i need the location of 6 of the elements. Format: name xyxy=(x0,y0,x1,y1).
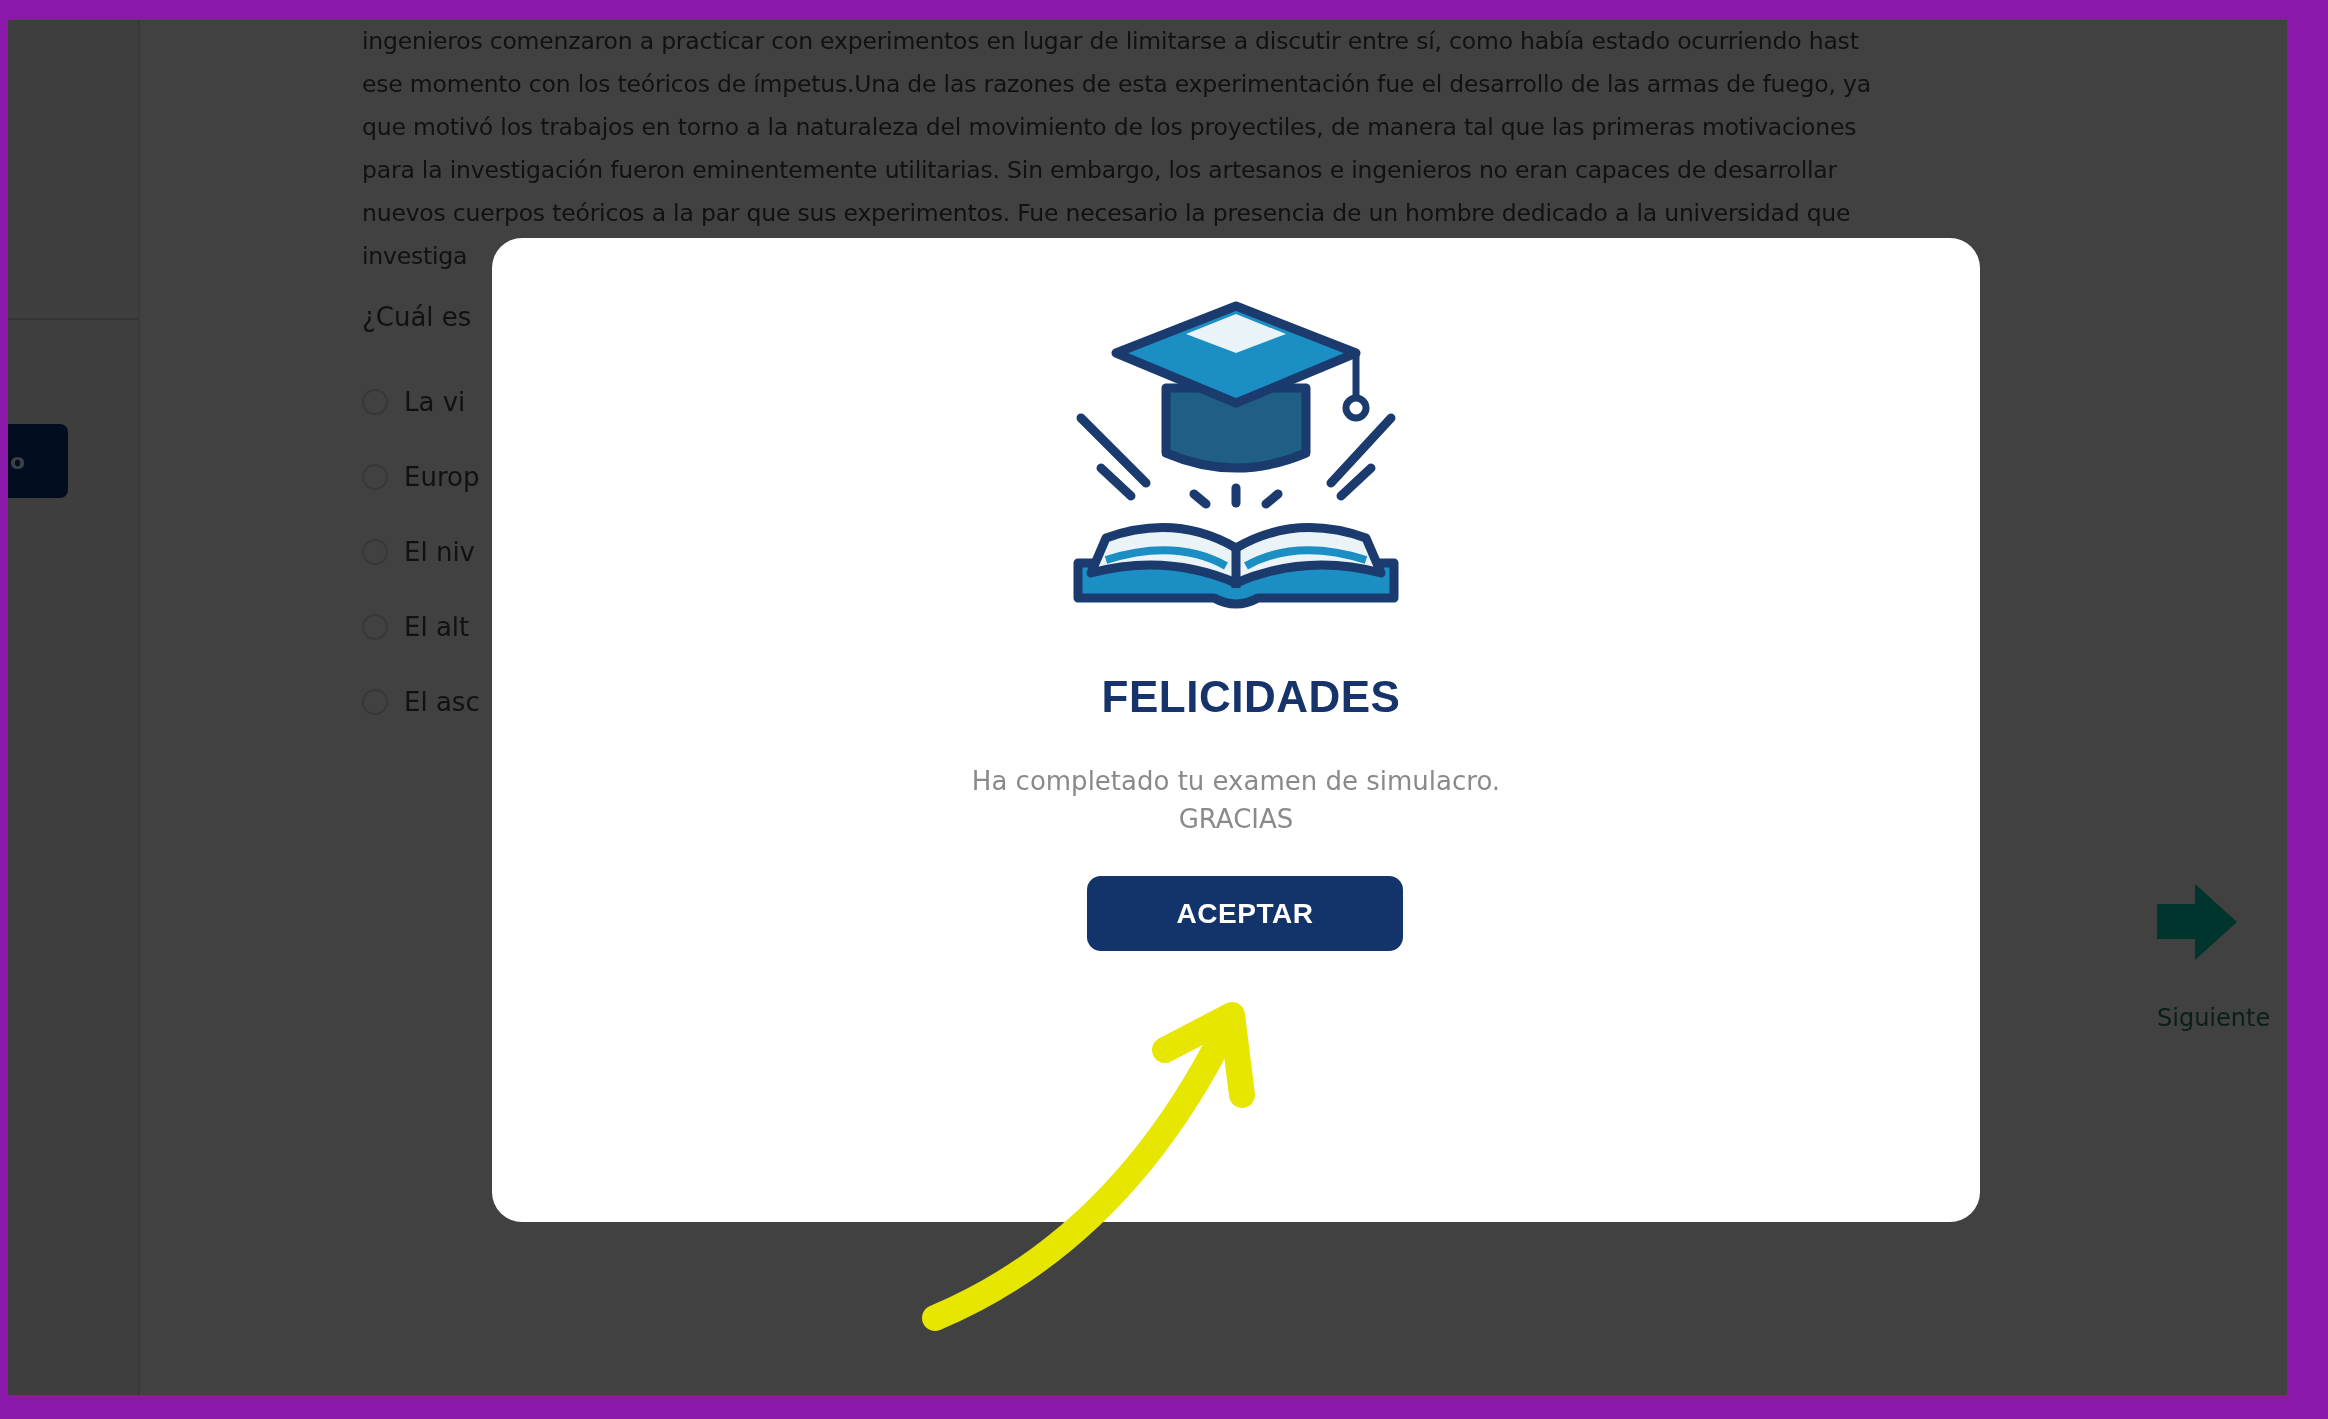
next-label[interactable]: Siguiente xyxy=(2157,1004,2271,1032)
dialog-title: FELICIDADES xyxy=(1101,672,1401,722)
right-arrow-icon[interactable] xyxy=(2157,884,2237,960)
sidebar-button[interactable]: o xyxy=(8,424,68,498)
dialog-message: Ha completado tu examen de simulacro. GRACIAS xyxy=(971,765,1501,836)
accept-button[interactable]: ACEPTAR xyxy=(1087,876,1403,951)
